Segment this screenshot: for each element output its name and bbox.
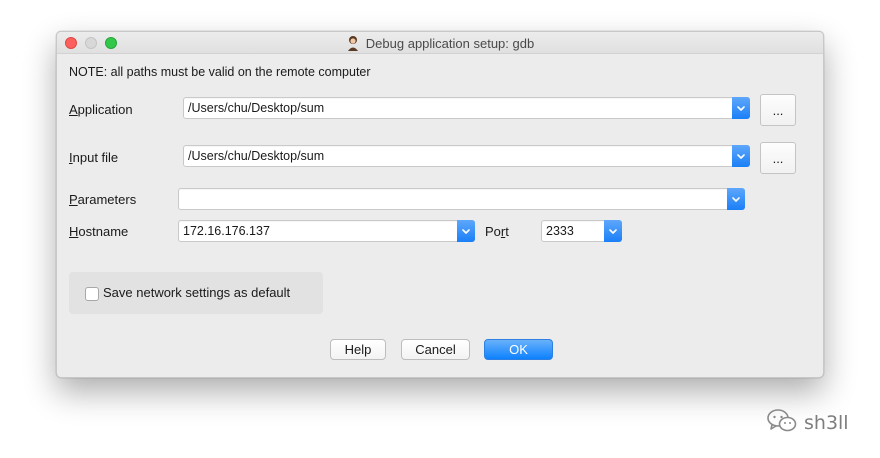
save-default-checkbox[interactable] (85, 287, 99, 301)
input-file-combobox[interactable]: /Users/chu/Desktop/sum (183, 145, 750, 167)
input-file-value: /Users/chu/Desktop/sum (188, 149, 325, 163)
title-bar: Debug application setup: gdb (57, 32, 823, 54)
port-value: 2333 (546, 224, 574, 238)
chevron-down-icon[interactable] (732, 97, 750, 119)
chevron-down-icon[interactable] (732, 145, 750, 167)
application-label: Application (69, 102, 133, 117)
wechat-icon (766, 408, 798, 437)
ok-button[interactable]: OK (484, 339, 553, 360)
parameters-combobox[interactable] (178, 188, 745, 210)
dialog-window: Debug application setup: gdb NOTE: all p… (56, 31, 824, 378)
app-icon (346, 35, 360, 51)
chevron-down-icon[interactable] (604, 220, 622, 242)
parameters-label: Parameters (69, 192, 137, 207)
hostname-value: 172.16.176.137 (183, 224, 270, 238)
port-combobox[interactable]: 2333 (541, 220, 622, 242)
input-file-label: Input file (69, 150, 119, 165)
watermark-text: sh3ll (804, 411, 849, 434)
watermark: sh3ll (766, 408, 849, 437)
save-default-label[interactable]: Save network settings as default (103, 285, 290, 300)
cancel-button[interactable]: Cancel (401, 339, 470, 360)
input-file-browse-button[interactable]: ... (760, 142, 796, 174)
hostname-label: Hostname (69, 224, 129, 239)
chevron-down-icon[interactable] (457, 220, 475, 242)
application-browse-button[interactable]: ... (760, 94, 796, 126)
application-value: /Users/chu/Desktop/sum (188, 101, 325, 115)
network-settings-group: Save network settings as default (69, 272, 323, 314)
remote-path-note: NOTE: all paths must be valid on the rem… (69, 65, 371, 79)
help-button[interactable]: Help (330, 339, 386, 360)
window-title: Debug application setup: gdb (365, 35, 535, 51)
chevron-down-icon[interactable] (727, 188, 745, 210)
application-combobox[interactable]: /Users/chu/Desktop/sum (183, 97, 750, 119)
port-label: Port (485, 224, 509, 239)
hostname-combobox[interactable]: 172.16.176.137 (178, 220, 475, 242)
title-group: Debug application setup: gdb (57, 32, 823, 54)
